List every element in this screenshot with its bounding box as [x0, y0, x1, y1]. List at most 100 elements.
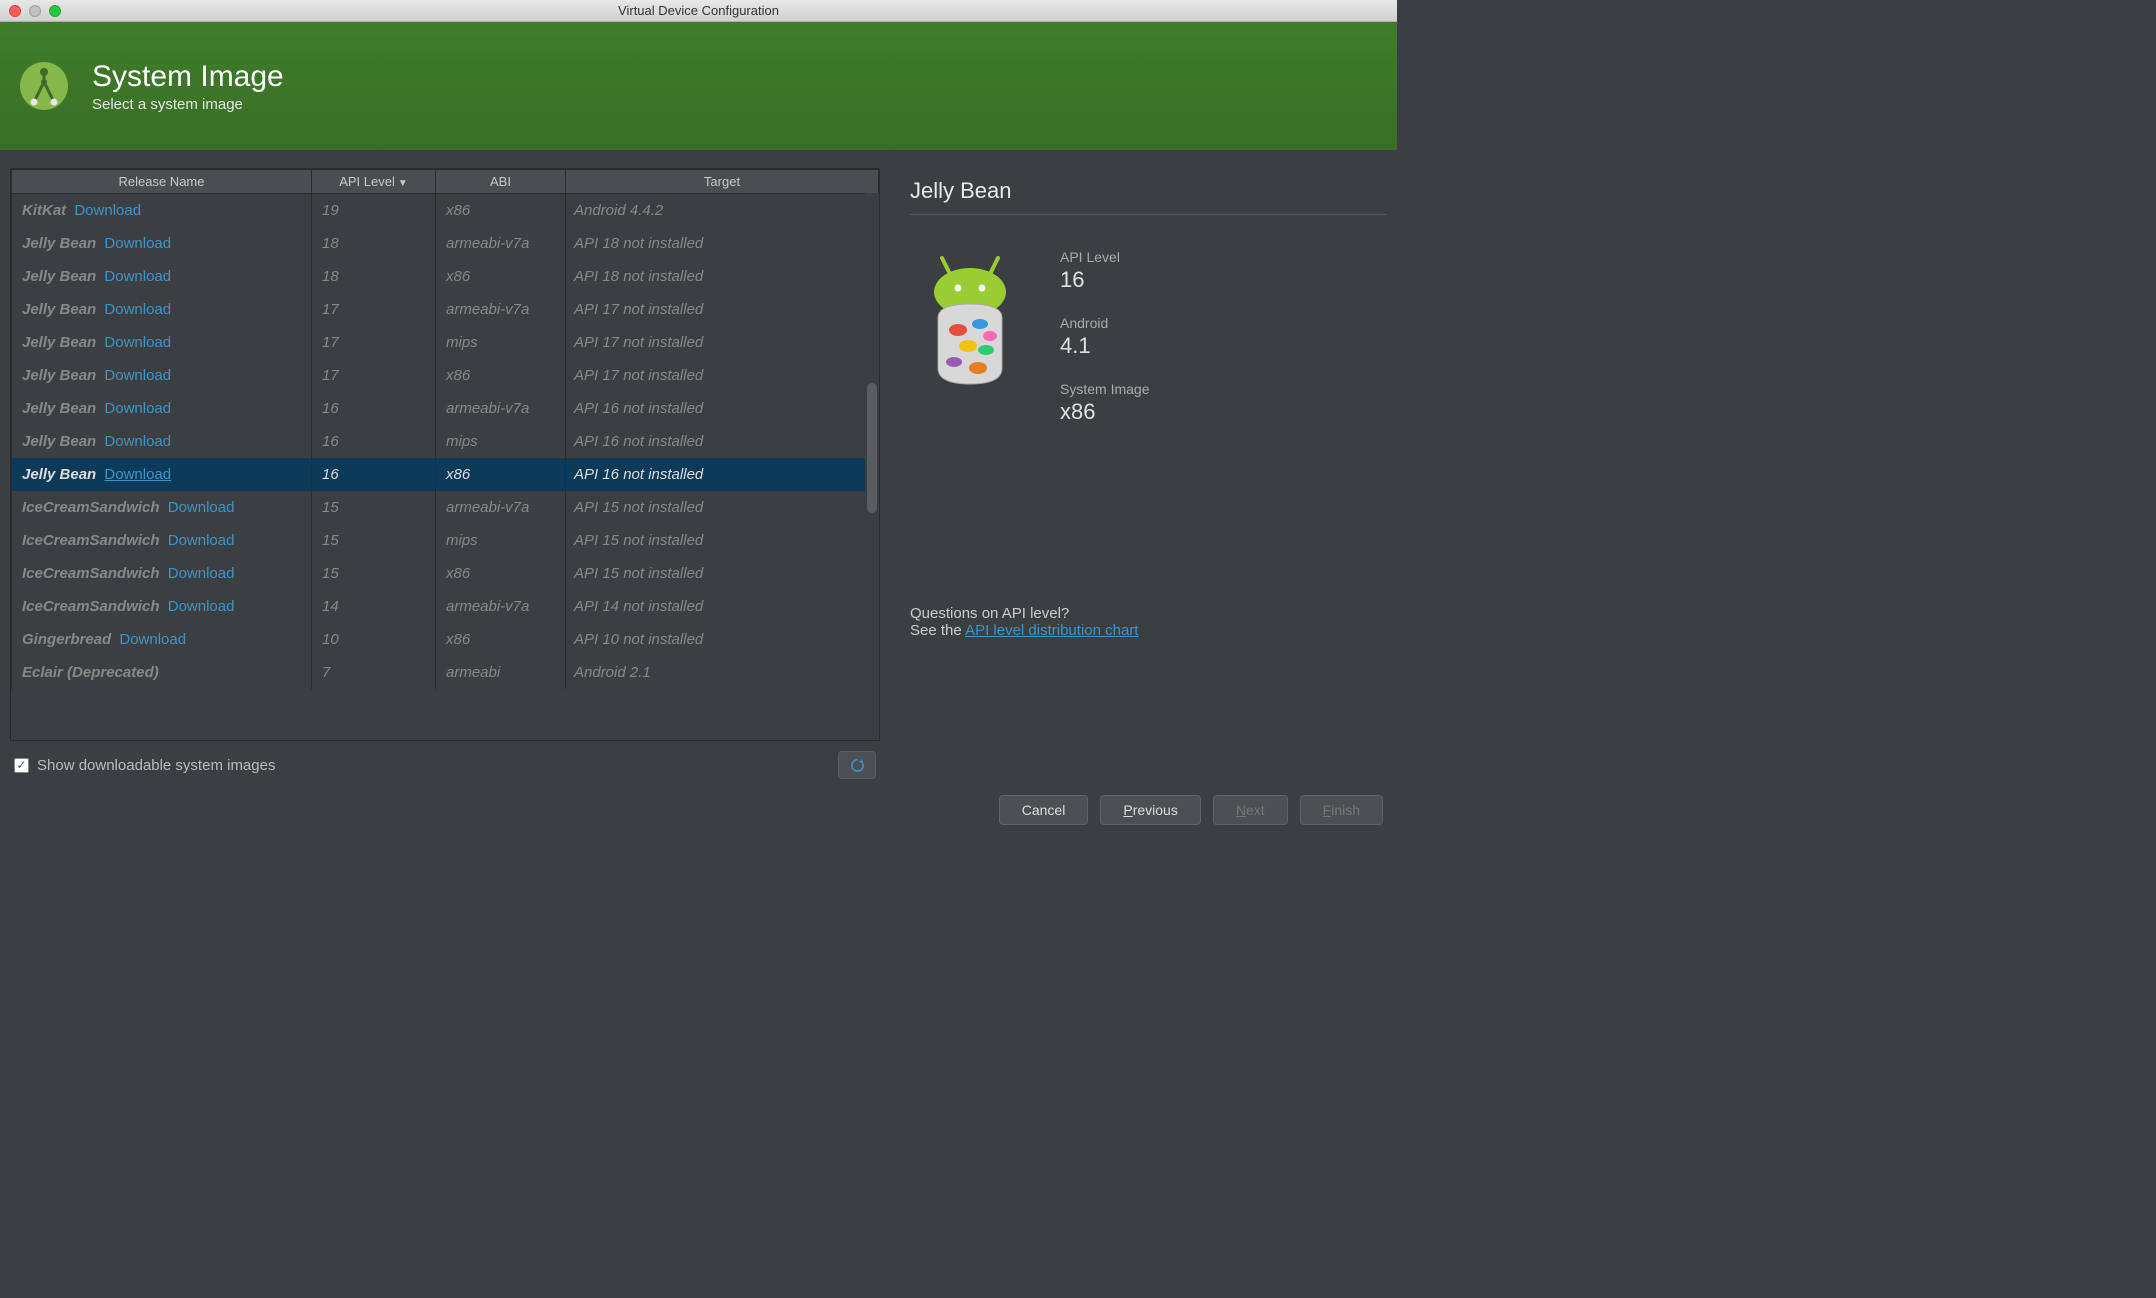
table-row[interactable]: Jelly Bean Download16x86API 16 not insta… — [12, 458, 879, 491]
titlebar: Virtual Device Configuration — [0, 0, 1397, 22]
download-link[interactable]: Download — [119, 631, 186, 648]
target-cell: Android 4.4.2 — [566, 194, 879, 227]
next-button[interactable]: Next — [1213, 795, 1288, 825]
abi-cell: armeabi-v7a — [436, 392, 566, 425]
release-name: IceCreamSandwich — [22, 532, 160, 549]
api-level-cell: 15 — [312, 491, 436, 524]
abi-cell: armeabi-v7a — [436, 491, 566, 524]
release-name: Jelly Bean — [22, 334, 96, 351]
wizard-header: System Image Select a system image — [0, 22, 1397, 150]
page-title: System Image — [92, 60, 284, 94]
download-link[interactable]: Download — [168, 499, 235, 516]
help-see-prefix: See the — [910, 622, 965, 639]
download-link[interactable]: Download — [168, 532, 235, 549]
api-level-cell: 16 — [312, 425, 436, 458]
download-link[interactable]: Download — [104, 367, 171, 384]
android-version-label: Android — [1060, 315, 1149, 331]
download-link[interactable]: Download — [104, 334, 171, 351]
target-cell: API 15 not installed — [566, 491, 879, 524]
table-row[interactable]: Gingerbread Download10x86API 10 not inst… — [12, 623, 879, 656]
wizard-footer: Cancel Previous Next Finish — [0, 779, 1397, 841]
release-name: Jelly Bean — [22, 400, 96, 417]
scroll-thumb[interactable] — [867, 383, 877, 513]
checkbox-icon: ✓ — [14, 758, 29, 773]
target-cell: API 16 not installed — [566, 425, 879, 458]
table-row[interactable]: Jelly Bean Download 18armeabi-v7aAPI 18 n… — [12, 227, 879, 260]
release-name: Eclair (Deprecated) — [22, 664, 159, 681]
api-level-cell: 16 — [312, 458, 436, 491]
table-row[interactable]: IceCreamSandwich Download15x86API 15 not… — [12, 557, 879, 590]
table-row[interactable]: IceCreamSandwich Download14armeabi-v7aAP… — [12, 590, 879, 623]
table-scrollbar[interactable] — [865, 193, 879, 740]
table-row[interactable]: Jelly Bean Download17mipsAPI 17 not inst… — [12, 326, 879, 359]
system-image-label: System Image — [1060, 381, 1149, 397]
release-name: Jelly Bean — [22, 367, 96, 384]
release-name: IceCreamSandwich — [22, 565, 160, 582]
table-row[interactable]: KitKat Download19x86Android 4.4.2 — [12, 194, 879, 227]
col-api-level[interactable]: API Level▼ — [312, 170, 436, 194]
previous-button[interactable]: Previous — [1100, 795, 1200, 825]
download-link[interactable]: Download — [74, 202, 141, 219]
detail-title: Jelly Bean — [910, 178, 1387, 215]
table-row[interactable]: IceCreamSandwich Download 15armeabi-v7aAP… — [12, 491, 879, 524]
api-level-cell: 15 — [312, 557, 436, 590]
api-level-cell: 16 — [312, 392, 436, 425]
abi-cell: x86 — [436, 260, 566, 293]
target-cell: API 18 not installed — [566, 227, 879, 260]
download-link[interactable]: Download — [168, 598, 235, 615]
release-name: IceCreamSandwich — [22, 598, 160, 615]
table-row[interactable]: Jelly Bean Download16armeabi-v7aAPI 16 n… — [12, 392, 879, 425]
android-version-value: 4.1 — [1060, 333, 1149, 359]
abi-cell: mips — [436, 524, 566, 557]
api-distribution-link[interactable]: API level distribution chart — [965, 622, 1138, 639]
api-level-cell: 15 — [312, 524, 436, 557]
cancel-button[interactable]: Cancel — [999, 795, 1089, 825]
abi-cell: armeabi-v7a — [436, 227, 566, 260]
download-link[interactable]: Download — [168, 565, 235, 582]
table-row[interactable]: Jelly Bean Download18x86API 18 not insta… — [12, 260, 879, 293]
col-abi[interactable]: ABI — [436, 170, 566, 194]
release-name: IceCreamSandwich — [22, 499, 160, 516]
release-name: Jelly Bean — [22, 235, 96, 252]
target-cell: API 16 not installed — [566, 458, 879, 491]
release-name: Jelly Bean — [22, 433, 96, 450]
api-level-cell: 17 — [312, 359, 436, 392]
download-link[interactable]: Download — [104, 235, 171, 252]
release-name: KitKat — [22, 202, 66, 219]
table-row[interactable]: Jelly Bean Download 16mipsAPI 16 not inst… — [12, 425, 879, 458]
download-link[interactable]: Download — [104, 268, 171, 285]
api-level-cell: 17 — [312, 326, 436, 359]
abi-cell: armeabi-v7a — [436, 293, 566, 326]
checkbox-label: Show downloadable system images — [37, 757, 275, 774]
table-row[interactable]: Jelly Bean Download17x86API 17 not insta… — [12, 359, 879, 392]
col-target[interactable]: Target — [566, 170, 879, 194]
table-row[interactable]: Eclair (Deprecated) 7armeabiAndroid 2.1 — [12, 656, 879, 689]
android-studio-icon — [16, 58, 72, 114]
download-link[interactable]: Download — [104, 301, 171, 318]
download-link[interactable]: Download — [104, 400, 171, 417]
target-cell: Android 2.1 — [566, 656, 879, 689]
abi-cell: mips — [436, 425, 566, 458]
api-level-label: API Level — [1060, 249, 1149, 265]
system-image-value: x86 — [1060, 399, 1149, 425]
abi-cell: armeabi-v7a — [436, 590, 566, 623]
api-level-cell: 7 — [312, 656, 436, 689]
finish-button[interactable]: Finish — [1300, 795, 1383, 825]
target-cell: API 15 not installed — [566, 557, 879, 590]
col-release-name[interactable]: Release Name — [12, 170, 312, 194]
download-link[interactable]: Download — [104, 433, 171, 450]
system-image-table[interactable]: Release Name API Level▼ ABI Target KitKa… — [10, 168, 880, 741]
api-level-cell: 18 — [312, 260, 436, 293]
show-downloadable-checkbox[interactable]: ✓ Show downloadable system images — [14, 757, 275, 774]
release-name: Jelly Bean — [22, 268, 96, 285]
abi-cell: x86 — [436, 194, 566, 227]
abi-cell: armeabi — [436, 656, 566, 689]
detail-panel: Jelly Bean — [910, 168, 1387, 779]
api-level-cell: 10 — [312, 623, 436, 656]
refresh-button[interactable] — [838, 751, 876, 779]
api-level-cell: 18 — [312, 227, 436, 260]
target-cell: API 14 not installed — [566, 590, 879, 623]
table-row[interactable]: Jelly Bean Download17armeabi-v7aAPI 17 n… — [12, 293, 879, 326]
table-row[interactable]: IceCreamSandwich Download15mipsAPI 15 no… — [12, 524, 879, 557]
download-link[interactable]: Download — [104, 466, 171, 483]
